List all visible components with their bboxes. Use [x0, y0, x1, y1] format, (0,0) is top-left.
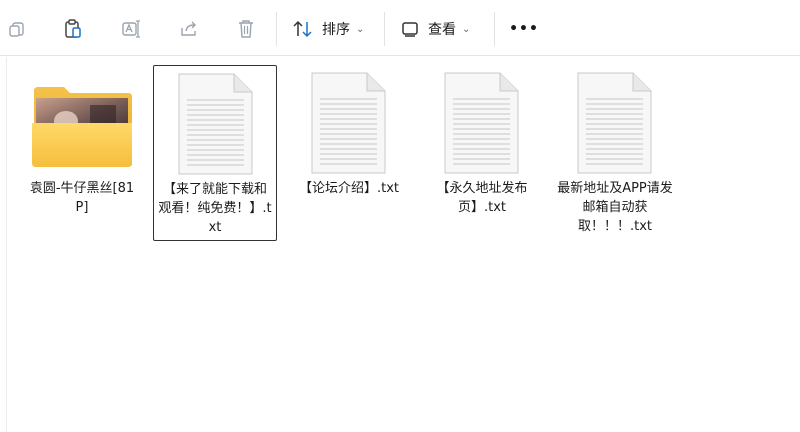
trash-icon	[239, 20, 253, 38]
command-bar: 排序 ⌄ 查看 ⌄ •••	[0, 0, 800, 56]
view-icon	[402, 22, 418, 37]
text-file-icon	[178, 73, 253, 175]
rename-icon	[122, 20, 140, 38]
more-icon: •••	[509, 21, 539, 37]
view-button[interactable]: 查看 ⌄	[400, 12, 484, 46]
view-label: 查看	[428, 22, 456, 38]
file-name: 【论坛介绍】.txt	[298, 181, 400, 196]
sort-label: 排序	[322, 22, 350, 38]
rename-button[interactable]	[116, 12, 146, 46]
file-name: 最新地址及APP请发邮箱自动获取！！！.txt	[557, 181, 673, 234]
copy-button[interactable]	[4, 12, 30, 46]
text-file-icon	[577, 72, 652, 174]
folder-icon	[32, 87, 132, 167]
file-name: 【永久地址发布页】.txt	[436, 181, 528, 215]
text-file-icon	[311, 72, 386, 174]
copy-icon	[9, 22, 24, 37]
more-options-button[interactable]: •••	[506, 12, 542, 46]
toolbar-divider	[276, 12, 277, 46]
chevron-down-icon: ⌄	[356, 23, 365, 35]
sort-icon	[293, 20, 312, 38]
file-name: 【来了就能下载和观看！纯免费！】.txt	[158, 182, 272, 235]
text-file-icon	[444, 72, 519, 174]
delete-button[interactable]	[232, 12, 260, 46]
toolbar-divider	[384, 12, 385, 46]
share-button[interactable]	[174, 12, 204, 46]
sort-button[interactable]: 排序 ⌄	[292, 12, 378, 46]
toolbar-divider	[494, 12, 495, 46]
chevron-down-icon: ⌄	[462, 23, 471, 35]
paste-button[interactable]	[58, 12, 88, 46]
pane-divider	[6, 57, 7, 432]
file-item-selected[interactable]: 【来了就能下载和观看！纯免费！】.txt	[153, 65, 277, 241]
file-view: 袁圆-牛仔黑丝[81P] 【来了就能下载和观看！纯免费！】.txt 【论坛介绍】…	[0, 57, 800, 432]
paste-icon	[65, 19, 81, 38]
share-icon	[181, 21, 196, 36]
file-name: 袁圆-牛仔黑丝[81P]	[29, 181, 135, 215]
